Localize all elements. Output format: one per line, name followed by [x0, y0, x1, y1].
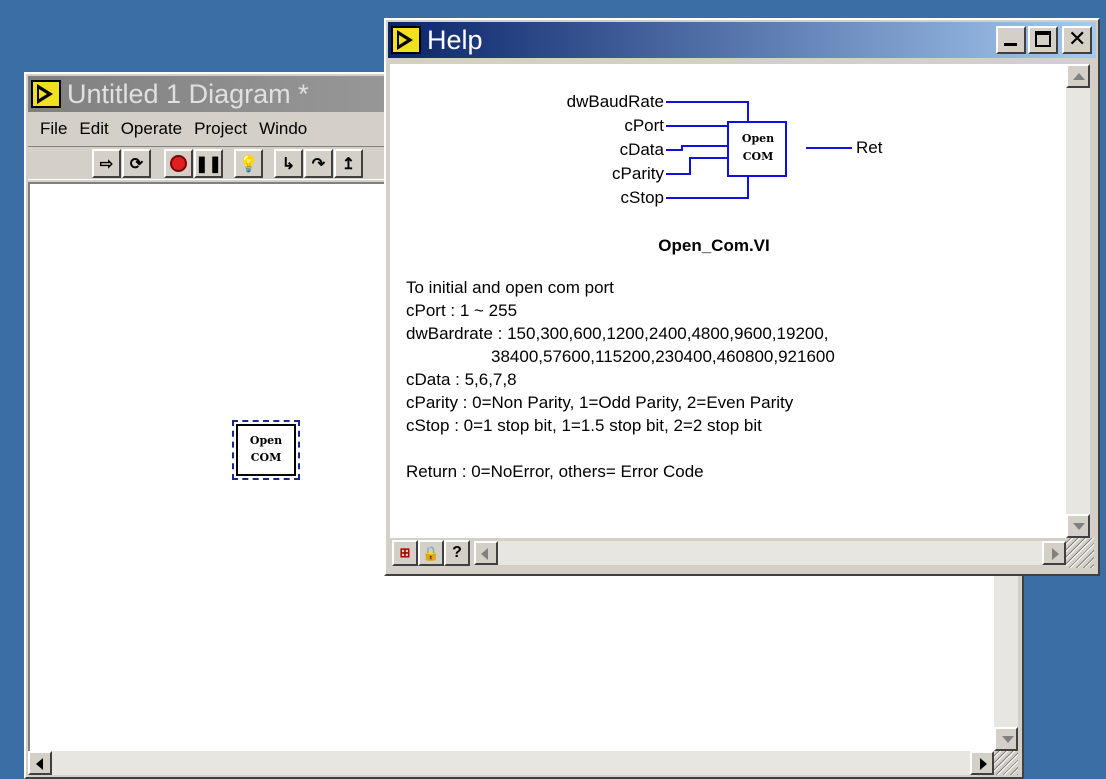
help-bottom-bar: ⊞ 🔒 ? — [390, 538, 1066, 568]
desc-line: cPort : 1 ~ 255 — [406, 301, 518, 320]
step-into-button[interactable]: ↳ — [274, 149, 303, 178]
connector-icon-com: COM — [742, 150, 774, 163]
arrow-right-icon — [1052, 548, 1059, 560]
scroll-left-button[interactable] — [28, 751, 52, 775]
terminal-cdata: cData — [619, 140, 664, 159]
terminal-ret: Ret — [856, 138, 883, 157]
connector-icon: Open COM — [730, 124, 786, 176]
help-resize-grip[interactable] — [1066, 538, 1094, 568]
vi-name: Open_Com.VI — [658, 236, 770, 255]
arrow-up-icon — [1073, 73, 1085, 80]
highlight-execution-button[interactable]: 💡 — [234, 149, 263, 178]
scroll-right-button[interactable] — [1042, 541, 1066, 565]
close-icon: ✕ — [1068, 27, 1087, 52]
caption-buttons: ✕ — [996, 26, 1092, 54]
menu-windows[interactable]: Windo — [259, 119, 307, 139]
arrow-left-icon — [481, 548, 488, 560]
help-window: Help ✕ Open COM dwBaudRate cPort cData c… — [384, 18, 1100, 576]
abort-button[interactable] — [164, 149, 193, 178]
desc-line: cParity : 0=Non Parity, 1=Odd Parity, 2=… — [406, 393, 794, 412]
menu-edit[interactable]: Edit — [79, 119, 108, 139]
menu-operate[interactable]: Operate — [121, 119, 182, 139]
open-com-node[interactable]: Open COM — [232, 420, 300, 480]
node-label-com: COM — [250, 451, 282, 464]
menu-project[interactable]: Project — [194, 119, 247, 139]
help-title: Help — [427, 24, 483, 55]
step-out-button[interactable]: ↥ — [334, 149, 363, 178]
scroll-right-button[interactable] — [970, 751, 994, 775]
arrow-down-icon — [1002, 736, 1014, 743]
help-description: To initial and open com port cPort : 1 ~… — [406, 276, 835, 483]
connector-icon-open: Open — [741, 132, 775, 145]
maximize-button[interactable] — [1028, 26, 1058, 54]
maximize-icon — [1035, 31, 1051, 47]
scroll-down-button[interactable] — [1066, 514, 1090, 538]
run-continuously-button[interactable]: ⟳ — [122, 149, 151, 178]
desc-line: Return : 0=NoError, others= Error Code — [406, 462, 704, 481]
labview-icon — [31, 80, 61, 108]
scroll-left-button[interactable] — [474, 541, 498, 565]
desc-line: To initial and open com port — [406, 278, 614, 297]
desc-line — [406, 437, 835, 460]
minimize-icon — [1004, 43, 1017, 46]
desc-line: cStop : 0=1 stop bit, 1=1.5 stop bit, 2=… — [406, 416, 762, 435]
arrow-right-icon — [980, 758, 987, 770]
diagram-title: Untitled 1 Diagram * — [67, 78, 309, 109]
lock-button[interactable]: 🔒 — [418, 540, 444, 566]
minimize-button[interactable] — [996, 26, 1026, 54]
stop-icon — [170, 155, 187, 172]
terminal-dwbaudrate: dwBaudRate — [566, 92, 664, 111]
terminal-cparity: cParity — [612, 164, 664, 183]
terminal-cstop: cStop — [620, 188, 664, 207]
close-button[interactable]: ✕ — [1062, 26, 1092, 54]
diagram-resize-grip[interactable] — [994, 751, 1018, 775]
run-button[interactable]: ⇨ — [92, 149, 121, 178]
simple-diagram-button[interactable]: ⊞ — [392, 540, 418, 566]
labview-icon — [391, 26, 421, 54]
node-label-open: Open — [249, 434, 283, 447]
scroll-down-button[interactable] — [994, 727, 1018, 751]
scroll-up-button[interactable] — [1066, 64, 1090, 88]
arrow-down-icon — [1073, 523, 1085, 530]
help-titlebar[interactable]: Help ✕ — [388, 22, 1096, 58]
help-vscroll[interactable] — [1066, 64, 1090, 538]
terminal-cport: cPort — [624, 116, 664, 135]
arrow-left-icon — [36, 758, 43, 770]
desc-line: 38400,57600,115200,230400,460800,921600 — [406, 347, 835, 366]
pause-button[interactable]: ❚❚ — [194, 149, 223, 178]
help-content: Open COM dwBaudRate cPort cData cParity … — [390, 64, 1066, 538]
desc-line: dwBardrate : 150,300,600,1200,2400,4800,… — [406, 324, 829, 343]
diagram-hscroll[interactable] — [28, 751, 994, 775]
help-hscroll[interactable] — [474, 541, 1066, 565]
online-help-button[interactable]: ? — [444, 540, 470, 566]
menu-file[interactable]: File — [40, 119, 67, 139]
desc-line: cData : 5,6,7,8 — [406, 370, 517, 389]
connector-pane-diagram — [666, 101, 852, 199]
step-over-button[interactable]: ↷ — [304, 149, 333, 178]
